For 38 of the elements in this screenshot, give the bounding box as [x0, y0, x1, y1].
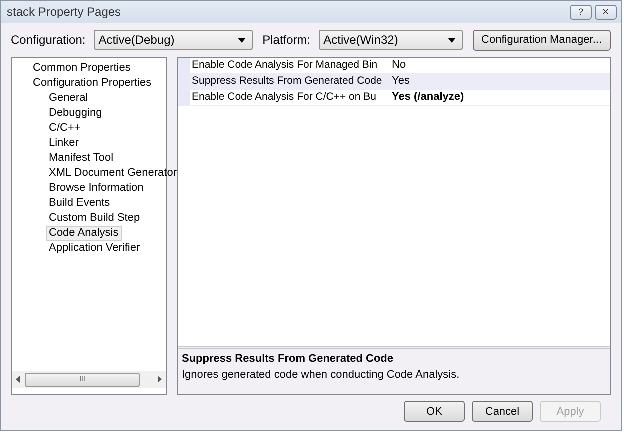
property-value: No	[391, 58, 406, 73]
tree-item[interactable]: Application Verifier	[46, 241, 144, 256]
tree-item[interactable]: Build Events	[46, 196, 114, 211]
scroll-right-icon[interactable]	[155, 375, 164, 384]
platform-label: Platform:	[262, 33, 311, 47]
tree-item[interactable]: Manifest Tool	[46, 151, 117, 166]
property-value: Yes	[391, 74, 410, 89]
caret-icon	[448, 38, 456, 42]
close-button[interactable]: ✕	[595, 4, 617, 20]
property-row[interactable]: Suppress Results From Generated Code Yes	[178, 74, 610, 90]
dialog-button[interactable]: OK	[404, 401, 465, 422]
dialog-button[interactable]: Cancel	[472, 401, 533, 422]
property-row[interactable]: Enable Code Analysis For Managed Bin No	[178, 58, 610, 74]
scroll-left-icon[interactable]	[14, 375, 23, 384]
property-name: Enable Code Analysis For C/C++ on Bu	[191, 90, 378, 105]
platform-dropdown[interactable]: Active(Win32)	[318, 30, 463, 50]
help-button[interactable]: ?	[570, 4, 592, 20]
tree-item[interactable]: Common Properties	[30, 61, 134, 76]
property-value: Yes (/analyze)	[391, 90, 464, 105]
tree-item[interactable]: Configuration Properties	[30, 76, 155, 91]
description-title: Suppress Results From Generated Code	[182, 353, 394, 365]
tree-item[interactable]: Linker	[46, 136, 82, 151]
configuration-dropdown[interactable]: Active(Debug)	[94, 30, 253, 50]
tree-item[interactable]: C/C++	[46, 121, 84, 136]
window-title: stack Property Pages	[7, 5, 122, 19]
property-row[interactable]: Enable Code Analysis For C/C++ on Bu Yes (/analyze)	[178, 90, 610, 106]
description-text: Ignores generated code when conducting Code Analysis.	[182, 369, 461, 381]
tree-item[interactable]: Code Analysis	[46, 226, 122, 241]
tree-item[interactable]: Custom Build Step	[46, 211, 144, 226]
tree-item[interactable]: XML Document Generator	[46, 166, 180, 181]
caret-icon	[238, 38, 246, 42]
property-name: Enable Code Analysis For Managed Bin	[191, 58, 379, 73]
tree-item[interactable]: Browse Information	[46, 181, 147, 196]
tree-item[interactable]: Debugging	[46, 106, 106, 121]
property-name: Suppress Results From Generated Code	[191, 74, 384, 89]
configuration-manager-button[interactable]: Configuration Manager...	[472, 30, 611, 50]
configuration-label: Configuration:	[11, 33, 86, 47]
tree-item[interactable]: General	[46, 91, 92, 106]
